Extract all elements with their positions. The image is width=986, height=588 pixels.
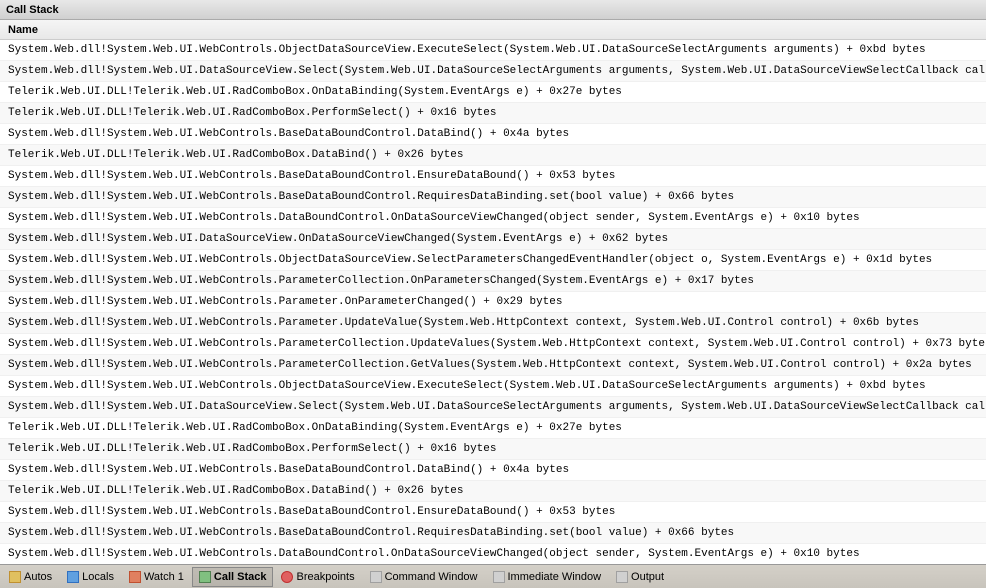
stack-row[interactable]: System.Web.dll!System.Web.UI.DataSourceV…	[0, 61, 986, 82]
stack-row[interactable]: System.Web.dll!System.Web.UI.WebControls…	[0, 334, 986, 355]
stack-row[interactable]: System.Web.dll!System.Web.UI.WebControls…	[0, 250, 986, 271]
stack-row[interactable]: System.Web.dll!System.Web.UI.WebControls…	[0, 40, 986, 61]
stack-row[interactable]: System.Web.dll!System.Web.UI.WebControls…	[0, 502, 986, 523]
output-icon	[616, 571, 628, 583]
toolbar-item-breakpoints[interactable]: Breakpoints	[274, 567, 361, 587]
toolbar-label-autos: Autos	[24, 571, 52, 583]
toolbar-item-callstack[interactable]: Call Stack	[192, 567, 274, 587]
stack-row[interactable]: System.Web.dll!System.Web.UI.DataSourceV…	[0, 229, 986, 250]
bottom-toolbar: Autos Locals Watch 1 Call Stack Breakpoints C…	[0, 564, 986, 588]
breakpoints-icon	[281, 571, 293, 583]
toolbar-item-locals[interactable]: Locals	[60, 567, 121, 587]
stack-row[interactable]: Telerik.Web.UI.DLL!Telerik.Web.UI.RadCom…	[0, 418, 986, 439]
stack-row[interactable]: Telerik.Web.UI.DLL!Telerik.Web.UI.RadCom…	[0, 82, 986, 103]
stack-row[interactable]: Telerik.Web.UI.DLL!Telerik.Web.UI.RadCom…	[0, 481, 986, 502]
toolbar-item-immediate[interactable]: Immediate Window	[486, 567, 609, 587]
window-title: Call Stack	[6, 4, 59, 16]
title-bar: Call Stack	[0, 0, 986, 20]
name-column-header: Name	[8, 24, 38, 36]
toolbar-label-immediate: Immediate Window	[508, 571, 602, 583]
stack-row[interactable]: System.Web.dll!System.Web.UI.WebControls…	[0, 460, 986, 481]
toolbar-item-autos[interactable]: Autos	[2, 567, 59, 587]
stack-row[interactable]: System.Web.dll!System.Web.UI.DataSourceV…	[0, 397, 986, 418]
table-header: Name	[0, 20, 986, 40]
toolbar-item-watch1[interactable]: Watch 1	[122, 567, 191, 587]
stack-row[interactable]: System.Web.dll!System.Web.UI.WebControls…	[0, 355, 986, 376]
immediate-icon	[493, 571, 505, 583]
stack-row[interactable]: System.Web.dll!System.Web.UI.WebControls…	[0, 166, 986, 187]
toolbar-item-command[interactable]: Command Window	[363, 567, 485, 587]
stack-row[interactable]: System.Web.dll!System.Web.UI.WebControls…	[0, 523, 986, 544]
stack-row[interactable]: System.Web.dll!System.Web.UI.WebControls…	[0, 313, 986, 334]
stack-row[interactable]: Telerik.Web.UI.DLL!Telerik.Web.UI.RadCom…	[0, 103, 986, 124]
toolbar-label-command: Command Window	[385, 571, 478, 583]
toolbar-item-output[interactable]: Output	[609, 567, 671, 587]
autos-icon	[9, 571, 21, 583]
toolbar-label-output: Output	[631, 571, 664, 583]
locals-icon	[67, 571, 79, 583]
toolbar-label-watch1: Watch 1	[144, 571, 184, 583]
toolbar-label-breakpoints: Breakpoints	[296, 571, 354, 583]
command-icon	[370, 571, 382, 583]
main-content: Name System.Web.dll!System.Web.UI.WebCon…	[0, 20, 986, 564]
stack-row[interactable]: System.Web.dll!System.Web.UI.WebControls…	[0, 208, 986, 229]
stack-row[interactable]: System.Web.dll!System.Web.UI.WebControls…	[0, 376, 986, 397]
toolbar-label-callstack: Call Stack	[214, 571, 267, 583]
stack-list[interactable]: System.Web.dll!System.Web.UI.WebControls…	[0, 40, 986, 564]
stack-row[interactable]: System.Web.dll!System.Web.UI.WebControls…	[0, 271, 986, 292]
watch-icon	[129, 571, 141, 583]
stack-row[interactable]: System.Web.dll!System.Web.UI.WebControls…	[0, 187, 986, 208]
callstack-icon	[199, 571, 211, 583]
stack-row[interactable]: Telerik.Web.UI.DLL!Telerik.Web.UI.RadCom…	[0, 145, 986, 166]
stack-row[interactable]: System.Web.dll!System.Web.UI.WebControls…	[0, 292, 986, 313]
stack-row[interactable]: System.Web.dll!System.Web.UI.WebControls…	[0, 544, 986, 564]
stack-row[interactable]: System.Web.dll!System.Web.UI.WebControls…	[0, 124, 986, 145]
stack-row[interactable]: Telerik.Web.UI.DLL!Telerik.Web.UI.RadCom…	[0, 439, 986, 460]
toolbar-label-locals: Locals	[82, 571, 114, 583]
